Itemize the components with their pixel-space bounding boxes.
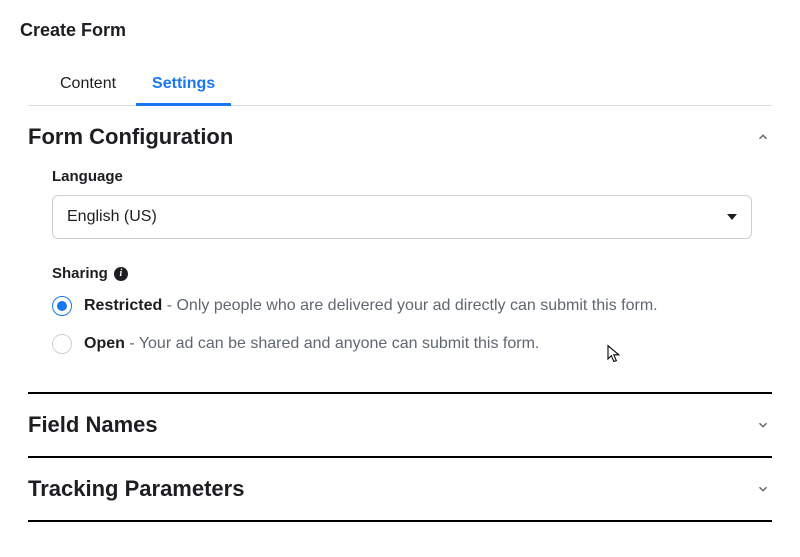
sharing-label-text: Sharing — [52, 265, 108, 282]
sharing-option-restricted[interactable]: Restricted - Only people who are deliver… — [52, 296, 772, 316]
section-tracking-parameters: Tracking Parameters — [28, 458, 772, 522]
section-form-configuration: Form Configuration Language English (US)… — [28, 106, 772, 372]
cursor-pointer-icon — [604, 344, 622, 364]
section-title: Form Configuration — [28, 124, 233, 150]
chevron-down-icon — [754, 416, 772, 434]
page-title: Create Form — [20, 20, 772, 41]
radio-label: Restricted — [84, 297, 162, 314]
section-title: Tracking Parameters — [28, 476, 244, 502]
section-header-tracking-parameters[interactable]: Tracking Parameters — [28, 476, 772, 502]
language-value: English (US) — [67, 208, 157, 226]
chevron-up-icon — [754, 128, 772, 146]
sharing-label: Sharing i — [52, 265, 772, 282]
info-icon[interactable]: i — [114, 267, 128, 281]
radio-desc: - Your ad can be shared and anyone can s… — [125, 335, 539, 352]
radio-icon — [52, 334, 72, 354]
language-select-wrap: English (US) — [52, 195, 752, 239]
section-header-form-configuration[interactable]: Form Configuration — [28, 124, 772, 150]
section-body: Language English (US) Sharing i Restrict… — [28, 150, 772, 354]
sharing-radio-group: Restricted - Only people who are deliver… — [52, 296, 772, 354]
radio-icon — [52, 296, 72, 316]
language-select[interactable]: English (US) — [52, 195, 752, 239]
tab-content[interactable]: Content — [44, 65, 132, 105]
sharing-option-open[interactable]: Open - Your ad can be shared and anyone … — [52, 334, 772, 354]
section-title: Field Names — [28, 412, 158, 438]
tabs: Content Settings — [28, 65, 772, 106]
caret-down-icon — [727, 214, 737, 220]
radio-label: Open — [84, 335, 125, 352]
section-field-names: Field Names — [28, 394, 772, 458]
language-label: Language — [52, 168, 772, 185]
tab-settings[interactable]: Settings — [136, 65, 231, 105]
chevron-down-icon — [754, 480, 772, 498]
section-header-field-names[interactable]: Field Names — [28, 412, 772, 438]
radio-desc: - Only people who are delivered your ad … — [162, 297, 657, 314]
